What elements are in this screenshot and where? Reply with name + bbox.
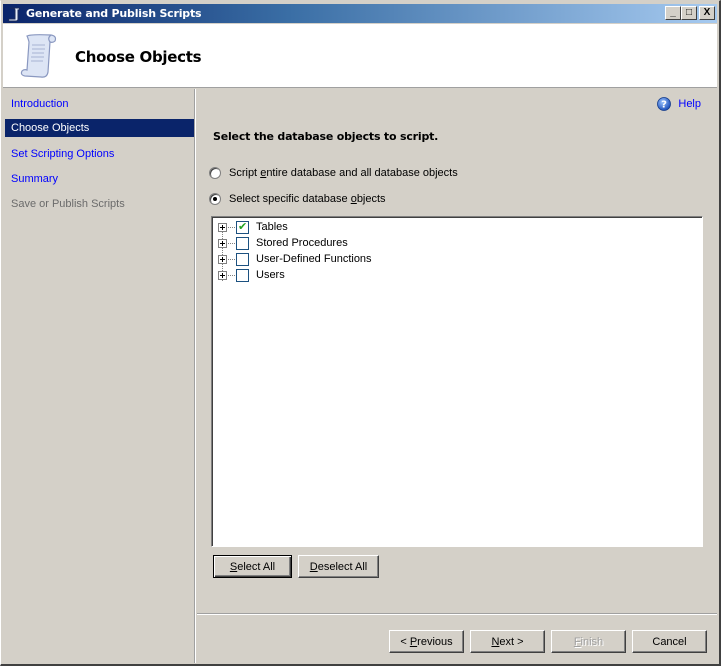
help-icon: ? xyxy=(657,97,672,111)
tree-label: Stored Procedures xyxy=(256,237,348,249)
select-all-button[interactable]: Select All xyxy=(213,555,292,578)
next-button[interactable]: Next > xyxy=(470,630,545,653)
sidebar-divider xyxy=(194,89,196,663)
expand-icon[interactable] xyxy=(218,270,227,280)
radio-label: Script entire database and all database … xyxy=(229,167,458,179)
user-defined-functions-checkbox[interactable] xyxy=(236,252,249,266)
radio-button[interactable] xyxy=(209,167,221,179)
tree-label: Tables xyxy=(256,221,288,233)
cancel-button[interactable]: Cancel xyxy=(632,630,707,653)
help-label: Help xyxy=(678,98,701,110)
radio-label: Select specific database objects xyxy=(229,193,386,205)
window-title: Generate and Publish Scripts xyxy=(26,7,202,20)
scroll-icon xyxy=(8,7,20,21)
previous-button[interactable]: < Previous xyxy=(389,630,464,653)
minimize-icon: _ xyxy=(670,7,676,18)
help-link[interactable]: ? Help xyxy=(657,97,701,111)
page-title: Choose Objects xyxy=(75,48,202,66)
title-bar[interactable]: Generate and Publish Scripts _ □ X xyxy=(3,4,717,23)
users-checkbox[interactable] xyxy=(236,268,249,282)
tree-item-user-defined-functions[interactable]: User-Defined Functions xyxy=(218,251,372,267)
finish-button: Finish xyxy=(551,630,626,653)
radio-button[interactable] xyxy=(209,193,221,205)
nav-item-save-or-publish: Save or Publish Scripts xyxy=(11,198,125,210)
tree-label: User-Defined Functions xyxy=(256,253,372,265)
expand-icon[interactable] xyxy=(218,238,227,248)
nav-item-summary[interactable]: Summary xyxy=(5,170,194,188)
scroll-icon xyxy=(20,34,57,78)
expand-icon[interactable] xyxy=(218,254,227,264)
object-tree[interactable]: Tables Stored Procedures User-Defined Fu… xyxy=(211,216,703,547)
tree-item-tables[interactable]: Tables xyxy=(218,219,288,235)
close-button[interactable]: X xyxy=(699,6,715,20)
wizard-header: Choose Objects xyxy=(3,24,717,88)
main-panel: ? Help Select the database objects to sc… xyxy=(197,89,717,663)
minimize-button[interactable]: _ xyxy=(665,6,681,20)
footer-divider xyxy=(197,613,717,615)
wizard-window: Generate and Publish Scripts _ □ X Choos… xyxy=(0,0,721,666)
maximize-button[interactable]: □ xyxy=(681,6,697,20)
close-icon: X xyxy=(703,7,711,18)
tree-item-stored-procedures[interactable]: Stored Procedures xyxy=(218,235,348,251)
expand-icon[interactable] xyxy=(218,222,227,232)
wizard-steps-nav: Introduction Choose Objects Set Scriptin… xyxy=(3,89,194,663)
tree-label: Users xyxy=(256,269,285,281)
instruction-text: Select the database objects to script. xyxy=(213,130,439,143)
nav-item-introduction[interactable]: Introduction xyxy=(5,95,194,113)
svg-text:?: ? xyxy=(661,100,667,111)
tree-item-users[interactable]: Users xyxy=(218,267,285,283)
nav-item-set-scripting-options[interactable]: Set Scripting Options xyxy=(5,145,194,163)
radio-select-specific-objects[interactable]: Select specific database objects xyxy=(209,193,386,205)
maximize-icon: □ xyxy=(685,7,693,18)
deselect-all-button[interactable]: Deselect All xyxy=(298,555,379,578)
radio-script-entire-database[interactable]: Script entire database and all database … xyxy=(209,167,458,179)
stored-procedures-checkbox[interactable] xyxy=(236,236,249,250)
nav-item-choose-objects[interactable]: Choose Objects xyxy=(5,119,194,137)
tables-checkbox[interactable] xyxy=(236,220,249,234)
